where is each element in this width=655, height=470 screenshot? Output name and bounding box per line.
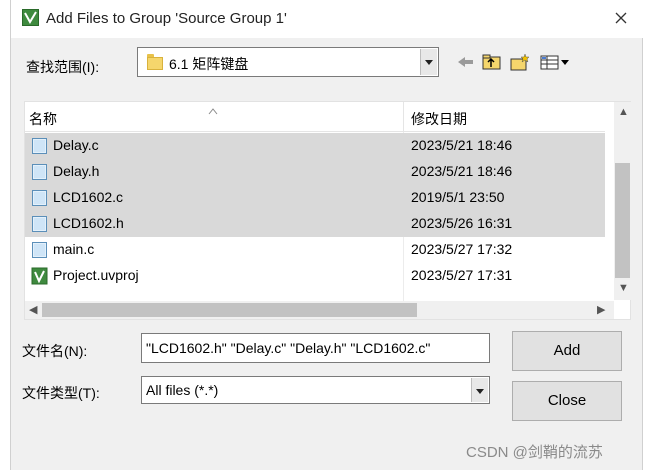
filetype-value: All files (*.*) <box>146 382 219 398</box>
file-date: 2019/5/1 23:50 <box>411 189 505 205</box>
file-name: LCD1602.c <box>53 189 124 205</box>
horizontal-scrollbar[interactable]: ◀ ▶ <box>25 301 614 319</box>
file-name: main.c <box>53 241 95 257</box>
horizontal-scroll-thumb[interactable] <box>42 303 417 317</box>
uvproj-icon <box>31 267 48 285</box>
file-name: Delay.h <box>53 163 100 179</box>
up-folder-icon[interactable] <box>481 52 503 72</box>
scroll-up-icon[interactable]: ▲ <box>618 106 629 118</box>
title-bar[interactable]: Add Files to Group 'Source Group 1' <box>11 0 644 38</box>
vertical-scrollbar[interactable]: ▲ ▼ <box>614 102 631 300</box>
add-files-dialog: Add Files to Group 'Source Group 1' 查找范围… <box>10 0 644 470</box>
file-name: Delay.c <box>53 137 99 153</box>
file-date: 2023/5/21 18:46 <box>411 163 513 179</box>
file-row[interactable]: Delay.c 2023/5/21 18:46 <box>25 133 605 159</box>
view-menu-icon[interactable] <box>539 52 571 72</box>
close-window-icon[interactable] <box>609 8 633 30</box>
file-list[interactable]: 名称 修改日期 Delay.c 2023/5/21 18:46 Delay.h 202… <box>24 101 631 320</box>
file-row[interactable]: LCD1602.c 2019/5/1 23:50 <box>25 185 605 211</box>
folder-icon <box>147 54 163 70</box>
file-date: 2023/5/27 17:32 <box>411 241 513 257</box>
file-row[interactable]: LCD1602.h 2023/5/26 16:31 <box>25 211 605 237</box>
file-name: LCD1602.h <box>53 215 124 231</box>
h-file-icon <box>31 163 48 181</box>
scroll-left-icon[interactable]: ◀ <box>29 303 37 316</box>
column-header-name[interactable]: 名称 <box>29 109 57 129</box>
chevron-down-icon[interactable] <box>420 49 437 75</box>
csdn-watermark: CSDN @剑鞘的流苏 <box>466 444 603 461</box>
list-header: 名称 修改日期 <box>25 102 605 132</box>
look-in-dropdown[interactable]: 6.1 矩阵键盘 <box>137 47 439 77</box>
scroll-right-icon[interactable]: ▶ <box>597 303 605 316</box>
filetype-dropdown[interactable]: All files (*.*) <box>141 376 490 404</box>
sort-ascending-icon <box>208 102 218 115</box>
filename-label: 文件名(N): <box>22 343 88 359</box>
back-arrow-icon[interactable] <box>455 52 477 72</box>
new-folder-icon[interactable] <box>509 52 531 72</box>
add-button[interactable]: Add <box>512 331 622 371</box>
file-date: 2023/5/21 18:46 <box>411 137 513 153</box>
file-row[interactable]: main.c 2023/5/27 17:32 <box>25 237 605 263</box>
scroll-down-icon[interactable]: ▼ <box>618 282 629 294</box>
close-button[interactable]: Close <box>512 381 622 421</box>
h-file-icon <box>31 215 48 233</box>
c-file-icon <box>31 137 48 155</box>
look-in-value: 6.1 矩阵键盘 <box>169 56 249 72</box>
filetype-label: 文件类型(T): <box>22 385 100 401</box>
chevron-down-icon[interactable] <box>471 378 488 402</box>
file-rows: Delay.c 2023/5/21 18:46 Delay.h 2023/5/21 1… <box>25 133 605 289</box>
column-header-date[interactable]: 修改日期 <box>411 109 467 129</box>
filename-input[interactable] <box>141 333 490 363</box>
file-row[interactable]: Delay.h 2023/5/21 18:46 <box>25 159 605 185</box>
column-divider[interactable] <box>403 102 404 132</box>
c-file-icon <box>31 241 48 259</box>
c-file-icon <box>31 189 48 207</box>
vertical-scroll-thumb[interactable] <box>615 163 630 278</box>
file-name: Project.uvproj <box>53 267 139 283</box>
look-in-label: 查找范围(I): <box>26 59 100 75</box>
file-date: 2023/5/27 17:31 <box>411 267 513 283</box>
file-row[interactable]: Project.uvproj 2023/5/27 17:31 <box>25 263 605 289</box>
file-date: 2023/5/26 16:31 <box>411 215 513 231</box>
window-title: Add Files to Group 'Source Group 1' <box>46 10 287 27</box>
keil-app-icon <box>22 9 39 26</box>
